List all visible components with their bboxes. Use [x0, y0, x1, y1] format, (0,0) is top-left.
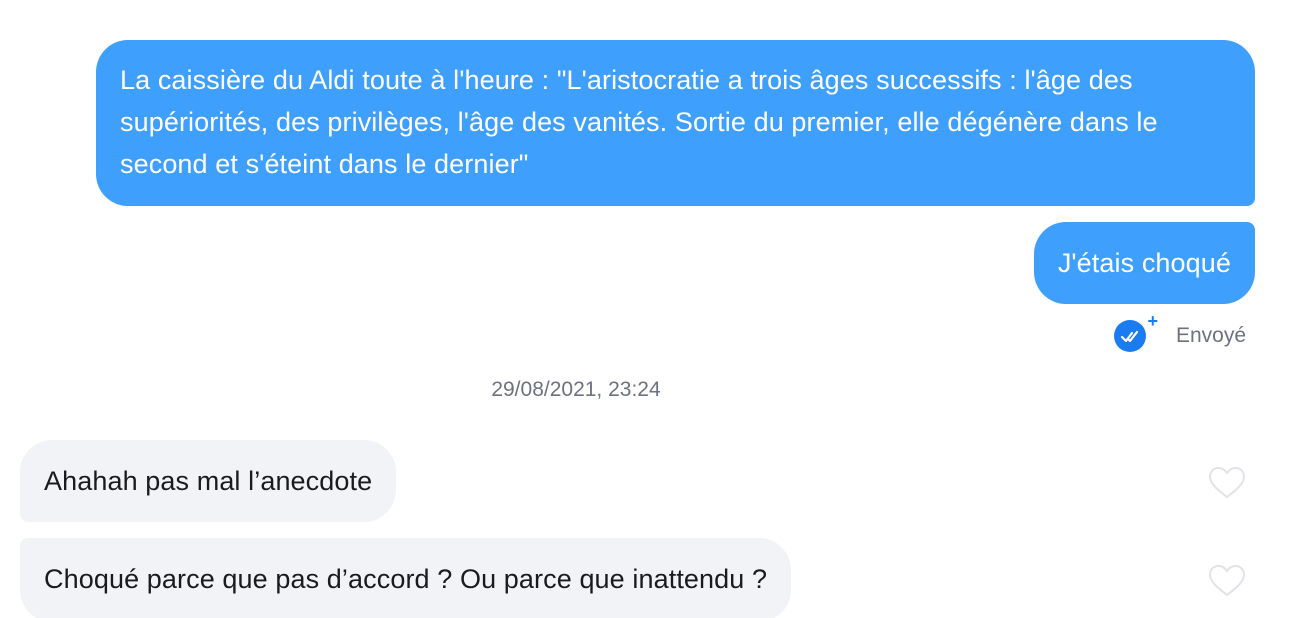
outgoing-message[interactable]: La caissière du Aldi toute à l'heure : "…: [96, 40, 1255, 206]
incoming-message[interactable]: Ahahah pas mal l’anecdote: [20, 440, 397, 522]
date-separator: 29/08/2021, 23:24: [491, 378, 661, 401]
outgoing-message[interactable]: J'étais choqué: [1033, 222, 1255, 304]
heart-outline-icon[interactable]: [1208, 564, 1246, 598]
plus-icon: +: [1147, 311, 1158, 331]
double-check-icon: +: [1113, 312, 1158, 352]
incoming-message[interactable]: Choqué parce que pas d’accord ? Ou parce…: [20, 538, 792, 618]
heart-outline-icon[interactable]: [1208, 466, 1246, 500]
status-label: Envoyé: [1175, 324, 1246, 347]
message-status: + Envoyé: [1113, 312, 1246, 354]
chat-thread: La caissière du Aldi toute à l'heure : "…: [0, 0, 1296, 618]
